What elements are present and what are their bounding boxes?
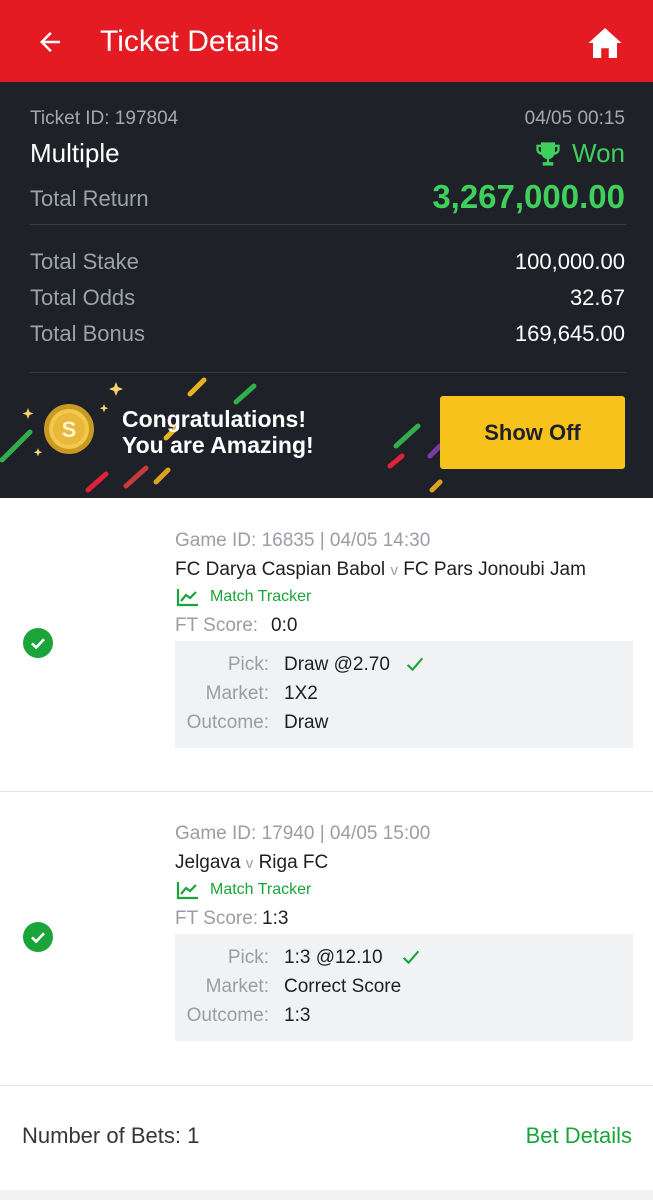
total-bonus-label: Total Bonus bbox=[30, 321, 145, 346]
total-stake-value: 100,000.00 bbox=[514, 249, 625, 274]
outcome-value: Draw bbox=[284, 712, 329, 733]
checkmark-icon bbox=[406, 657, 424, 672]
total-stake-label: Total Stake bbox=[30, 249, 139, 274]
pick-label: Pick: bbox=[227, 947, 269, 968]
market-value: 1X2 bbox=[284, 683, 318, 704]
away-team: Riga FC bbox=[258, 852, 329, 873]
show-off-button[interactable]: Show Off bbox=[440, 396, 625, 469]
total-return-label: Total Return bbox=[30, 186, 149, 211]
total-odds-value: 32.67 bbox=[569, 285, 625, 310]
versus-label: v bbox=[390, 562, 398, 579]
market-label: Market: bbox=[205, 683, 269, 704]
checkmark-icon bbox=[402, 950, 420, 965]
total-bonus-value: 169,645.00 bbox=[514, 321, 625, 346]
home-team: FC Darya Caspian Babol bbox=[175, 559, 386, 580]
home-icon bbox=[588, 28, 622, 58]
svg-text:S: S bbox=[62, 417, 77, 442]
versus-label: v bbox=[245, 855, 254, 872]
check-circle-icon bbox=[23, 628, 53, 658]
check-circle-icon bbox=[23, 922, 53, 952]
home-team: Jelgava bbox=[175, 852, 241, 873]
pick-details: Pick: 1:3 @12.10 Market: Correct Score O… bbox=[175, 934, 633, 1041]
ft-score-value: 0:0 bbox=[271, 615, 298, 636]
coin-icon: S bbox=[44, 404, 94, 454]
chart-line-icon bbox=[176, 589, 198, 607]
ticket-type: Multiple bbox=[30, 138, 120, 168]
match-tracker-label: Match Tracker bbox=[210, 588, 312, 605]
number-of-bets: Number of Bets: 1 bbox=[22, 1123, 200, 1148]
match-teams: FC Darya Caspian Babol v FC Pars Jonoubi… bbox=[175, 559, 586, 581]
match-teams: Jelgava v Riga FC bbox=[175, 852, 328, 874]
chart-line-icon bbox=[176, 882, 198, 900]
divider bbox=[0, 1085, 653, 1086]
divider bbox=[30, 372, 626, 373]
outcome-label: Outcome: bbox=[186, 712, 269, 733]
congrats-line-1: Congratulations! bbox=[122, 406, 306, 432]
promo-banner: Congratulations! You are Amazing! Show O… bbox=[0, 374, 653, 498]
market-value: Correct Score bbox=[284, 976, 402, 997]
back-arrow-icon bbox=[40, 32, 60, 52]
match-tracker-link[interactable]: Match Tracker bbox=[176, 880, 311, 900]
congrats-message: Congratulations! You are Amazing! bbox=[122, 406, 314, 458]
bet-details-link[interactable]: Bet Details bbox=[526, 1123, 632, 1149]
app-header: Ticket Details bbox=[0, 0, 653, 82]
game-info: Game ID: 16835 | 04/05 14:30 bbox=[175, 530, 431, 551]
ft-score-label: FT Score: bbox=[175, 908, 259, 929]
status-badge: Won bbox=[534, 138, 625, 169]
match-tracker-link[interactable]: Match Tracker bbox=[176, 587, 311, 607]
market-label: Market: bbox=[205, 976, 269, 997]
status-text: Won bbox=[572, 138, 625, 168]
pick-label: Pick: bbox=[227, 654, 269, 675]
pick-value: 1:3 @12.10 bbox=[284, 947, 383, 968]
outcome-value: 1:3 bbox=[284, 1005, 311, 1026]
ft-score-label: FT Score: bbox=[175, 615, 259, 636]
total-return-value: 3,267,000.00 bbox=[432, 178, 625, 215]
total-odds-label: Total Odds bbox=[30, 285, 136, 310]
list-item: Game ID: 16835 | 04/05 14:30 FC Darya Ca… bbox=[0, 498, 653, 791]
trophy-icon bbox=[536, 141, 560, 166]
away-team: FC Pars Jonoubi Jam bbox=[403, 559, 586, 580]
back-button[interactable] bbox=[30, 22, 70, 62]
game-info: Game ID: 17940 | 04/05 15:00 bbox=[175, 823, 431, 844]
divider bbox=[30, 224, 626, 225]
ticket-summary: Ticket ID: 197804 04/05 00:15 Multiple W… bbox=[0, 82, 653, 498]
page-title: Ticket Details bbox=[100, 25, 279, 58]
ft-score-value: 1:3 bbox=[262, 908, 289, 929]
pick-value: Draw @2.70 bbox=[284, 654, 390, 675]
ticket-datetime: 04/05 00:15 bbox=[524, 108, 625, 129]
list-item: Game ID: 17940 | 04/05 15:00 Jelgava v R… bbox=[0, 792, 653, 1085]
home-button[interactable] bbox=[583, 22, 627, 64]
outcome-label: Outcome: bbox=[186, 1005, 269, 1026]
bets-footer: Number of Bets: 1 Bet Details bbox=[0, 1087, 653, 1187]
ticket-id: Ticket ID: 197804 bbox=[30, 108, 179, 129]
congrats-line-2: You are Amazing! bbox=[122, 432, 314, 458]
pick-details: Pick: Draw @2.70 Market: 1X2 Outcome: Dr… bbox=[175, 641, 633, 748]
match-tracker-label: Match Tracker bbox=[210, 881, 312, 898]
